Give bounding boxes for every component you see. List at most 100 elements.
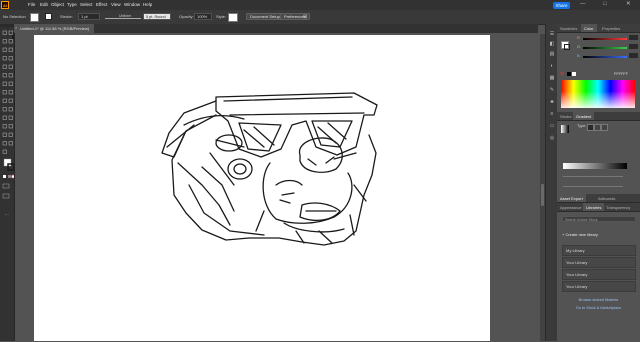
line-tool-icon[interactable]	[8, 56, 13, 61]
gradient-opacity-slider[interactable]	[563, 186, 623, 187]
linear-gradient-button[interactable]	[587, 124, 594, 131]
fill-swatch[interactable]	[30, 13, 39, 22]
width-tool-icon[interactable]	[8, 90, 13, 95]
tab-asset-export[interactable]: Asset Export	[557, 194, 586, 202]
channel-b-field[interactable]	[629, 53, 638, 58]
type-tool-icon[interactable]	[2, 56, 7, 61]
rotate-tool-icon[interactable]	[8, 81, 13, 86]
menu-effect[interactable]: Effect	[96, 2, 107, 7]
properties-icon[interactable]: ☰	[549, 32, 555, 37]
black-swatch[interactable]	[567, 72, 571, 76]
gradient-preview[interactable]	[561, 125, 569, 133]
white-swatch[interactable]	[572, 72, 576, 76]
eraser-tool-icon[interactable]	[2, 81, 7, 86]
channel-b-slider[interactable]	[583, 56, 627, 58]
pen-tool-icon[interactable]	[2, 47, 7, 52]
tab-properties[interactable]: Properties	[599, 24, 623, 32]
library-search-input[interactable]: Search Adobe Stock	[562, 216, 636, 222]
color-stroke-box[interactable]	[564, 44, 570, 50]
menu-object[interactable]: Object	[51, 2, 64, 7]
gradient-mode-icon[interactable]	[8, 175, 11, 178]
artboard[interactable]	[34, 35, 490, 341]
stroke-icon[interactable]: ≡	[549, 112, 555, 117]
library-item[interactable]: Your Library	[562, 257, 636, 268]
brushes-icon[interactable]: ✎	[549, 88, 555, 93]
radial-gradient-button[interactable]	[594, 124, 601, 131]
gradient-icon[interactable]: ▭	[549, 124, 555, 129]
slice-tool-icon[interactable]	[2, 141, 7, 146]
stroke-weight-field[interactable]: 1 pt	[78, 13, 100, 20]
rectangle-tool-icon[interactable]	[2, 64, 7, 69]
scale-tool-icon[interactable]	[2, 90, 7, 95]
shape-builder-tool-icon[interactable]	[8, 98, 13, 103]
blend-tool-icon[interactable]	[2, 124, 7, 129]
eyedropper-tool-icon[interactable]	[8, 115, 13, 120]
scrollbar-thumb[interactable]	[541, 184, 544, 206]
freeform-gradient-button[interactable]	[601, 124, 608, 131]
variable-width-profile[interactable]: Uniform	[105, 14, 141, 19]
close-window-icon[interactable]: ✕	[626, 1, 631, 7]
graphic-style-swatch[interactable]	[228, 13, 238, 22]
libraries-icon[interactable]: ▤	[549, 52, 555, 57]
tab-artboards[interactable]: Artboards	[595, 194, 618, 202]
channel-r-field[interactable]	[629, 35, 638, 40]
symbol-sprayer-tool-icon[interactable]	[8, 124, 13, 129]
menu-view[interactable]: View	[111, 2, 121, 7]
tab-stroke[interactable]: Stroke	[557, 112, 575, 120]
arrange-documents-icon[interactable]: ⊞	[303, 13, 307, 20]
symbols-icon[interactable]: ♣	[549, 100, 555, 105]
channel-g-slider[interactable]	[583, 47, 627, 49]
stock-marketplace-link[interactable]: Go to Stock & Marketplace	[557, 306, 640, 310]
color-mode-icon[interactable]	[3, 175, 6, 178]
tab-transparency[interactable]: Transparency	[603, 203, 633, 211]
color-icon[interactable]: ◐	[549, 64, 555, 69]
document-tab-close-icon[interactable]: ×	[15, 25, 17, 30]
tab-color[interactable]: Color	[581, 24, 597, 32]
pencil-tool-icon[interactable]	[2, 73, 7, 78]
menu-edit[interactable]: Edit	[40, 2, 48, 7]
shaper-tool-icon[interactable]	[8, 73, 13, 78]
lasso-tool-icon[interactable]	[8, 39, 13, 44]
edit-toolbar-icon[interactable]: ···	[5, 212, 9, 217]
direct-selection-tool-icon[interactable]	[8, 30, 13, 35]
screen-mode-icon[interactable]	[2, 193, 10, 199]
menu-window[interactable]: Window	[124, 2, 140, 7]
browse-shared-libraries-link[interactable]: Browse shared libraries	[557, 298, 640, 302]
free-transform-tool-icon[interactable]	[2, 98, 7, 103]
gradient-slider[interactable]	[563, 163, 627, 169]
curvature-tool-icon[interactable]	[8, 47, 13, 52]
perspective-tool-icon[interactable]	[2, 107, 7, 112]
mesh-tool-icon[interactable]	[8, 107, 13, 112]
menu-help[interactable]: Help	[143, 2, 152, 7]
library-item[interactable]: Your Library	[562, 281, 636, 292]
gradient-location-slider[interactable]	[563, 176, 623, 177]
channel-g-field[interactable]	[629, 44, 638, 49]
gradient-tool-icon[interactable]	[2, 115, 7, 120]
tab-swatches[interactable]: Swatches	[557, 24, 580, 32]
tab-appearance[interactable]: Appearance	[557, 203, 585, 211]
paintbrush-tool-icon[interactable]	[8, 64, 13, 69]
channel-r-slider[interactable]	[583, 38, 627, 40]
document-tab[interactable]: × Untitled-1* @ 111.58 % (RGB/Preview)	[14, 24, 94, 33]
artboard-tool-icon[interactable]	[8, 132, 13, 137]
transparency-icon[interactable]: ◎	[549, 136, 555, 141]
share-button[interactable]: Share	[553, 2, 570, 9]
tab-libraries[interactable]: Libraries	[583, 203, 605, 211]
graph-tool-icon[interactable]	[2, 132, 7, 137]
selection-tool-icon[interactable]	[2, 30, 7, 35]
menu-file[interactable]: File	[28, 2, 35, 7]
none-mode-icon[interactable]	[11, 174, 14, 179]
layers-icon[interactable]: ◧	[549, 42, 555, 47]
tab-gradient[interactable]: Gradient	[573, 112, 595, 120]
menu-select[interactable]: Select	[80, 2, 93, 7]
stroke-swatch[interactable]	[45, 13, 52, 20]
hex-value[interactable]: FFFFFF	[614, 72, 628, 76]
magic-wand-tool-icon[interactable]	[2, 39, 7, 44]
opacity-field[interactable]: 100%	[194, 13, 212, 20]
hand-tool-icon[interactable]	[8, 141, 13, 146]
draw-mode-icon[interactable]	[2, 183, 10, 189]
brush-definition-dropdown[interactable]: 5 pt. Round	[143, 13, 171, 20]
zoom-tool-icon[interactable]	[2, 149, 7, 154]
library-item[interactable]: My Library	[562, 245, 636, 256]
create-library-button[interactable]: + Create new library	[562, 232, 598, 237]
